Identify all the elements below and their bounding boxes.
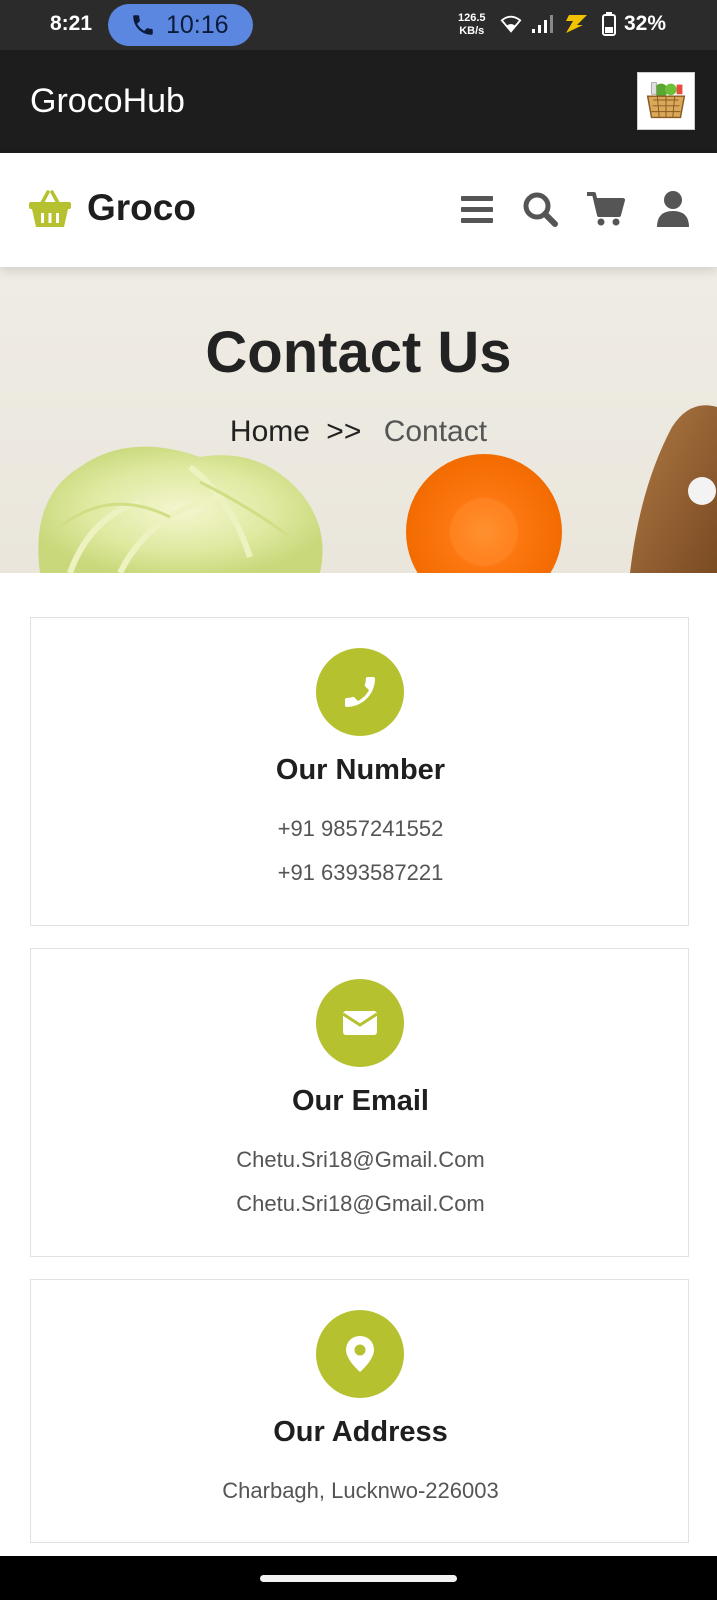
app-title: GrocoHub [30, 82, 185, 120]
breadcrumb-separator: >> [326, 415, 362, 448]
envelope-icon-circle [316, 979, 404, 1067]
search-icon[interactable] [520, 189, 560, 229]
breadcrumb: Home >> Contact [0, 415, 717, 449]
status-time: 8:21 [50, 12, 93, 35]
brand-name[interactable]: Groco [87, 187, 196, 229]
card-title: Our Number [275, 754, 446, 786]
cart-icon[interactable] [585, 189, 625, 229]
phone-number[interactable]: +91 9857241552 [31, 816, 690, 842]
site-header: Groco [0, 153, 717, 267]
network-speed-value: 126.5 [458, 12, 486, 24]
network-speed: 126.5 KB/s [458, 12, 486, 38]
contact-card-email: Our Email Chetu.Sri18@Gmail.Com Chetu.Sr… [30, 948, 689, 1257]
status-bar: 8:21 10:16 126.5 KB/s 32% [0, 0, 717, 50]
app-bar: GrocoHub [0, 50, 717, 153]
address-text: Charbagh, Lucknwo-226003 [222, 1478, 499, 1503]
phone-icon-circle [316, 648, 404, 736]
card-title: Our Address [273, 1416, 448, 1448]
signal-icon [532, 15, 553, 33]
breadcrumb-current: Contact [383, 415, 488, 448]
map-marker-icon [346, 1336, 374, 1372]
ongoing-call-chip[interactable]: 10:16 [108, 4, 253, 46]
call-duration: 10:16 [166, 11, 229, 39]
contact-card-address: Our Address Charbagh, Lucknwo-226003 [30, 1279, 689, 1543]
hero-banner: Contact Us Home >> Contact [0, 267, 717, 573]
envelope-icon [342, 1011, 378, 1035]
map-marker-icon-circle [316, 1310, 404, 1398]
email-address[interactable]: Chetu.Sri18@Gmail.Com [31, 1147, 690, 1173]
menu-icon[interactable] [457, 189, 497, 229]
phone-icon [345, 677, 375, 707]
network-speed-unit: KB/s [459, 25, 485, 37]
email-address[interactable]: Chetu.Sri18@Gmail.Com [31, 1191, 690, 1217]
breadcrumb-home-link[interactable]: Home [230, 415, 310, 448]
phone-number[interactable]: +91 6393587221 [31, 860, 690, 886]
grocery-basket-logo[interactable] [637, 72, 695, 130]
system-navigation-bar [0, 1556, 717, 1600]
wifi-icon [500, 15, 522, 33]
home-gesture-handle[interactable] [260, 1575, 457, 1582]
call-icon [133, 15, 153, 35]
battery-percent: 32% [624, 12, 667, 35]
charging-bolt-icon [566, 15, 587, 33]
user-icon[interactable] [653, 189, 693, 229]
shopping-basket-icon[interactable] [28, 189, 72, 229]
contact-card-number: Our Number +91 9857241552 +91 6393587221 [30, 617, 689, 926]
battery-icon [602, 12, 616, 36]
card-title: Our Email [292, 1085, 429, 1117]
page-title: Contact Us [205, 320, 512, 385]
